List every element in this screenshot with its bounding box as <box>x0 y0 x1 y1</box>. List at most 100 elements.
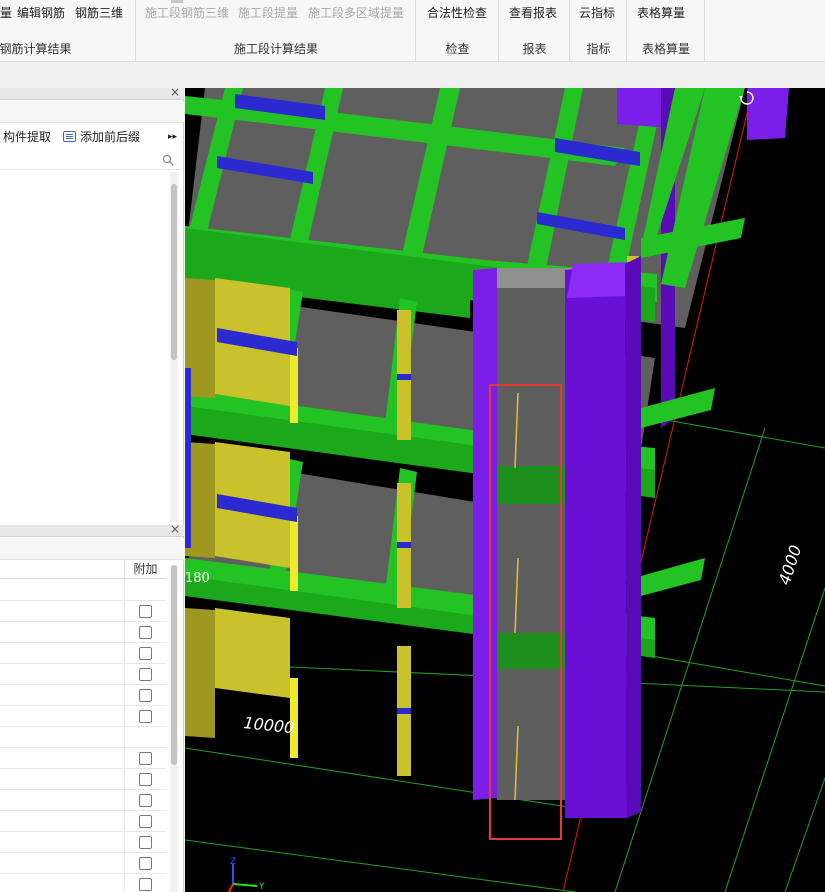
list-icon <box>63 131 76 142</box>
table-row[interactable] <box>0 874 166 892</box>
attach-cell <box>124 769 166 790</box>
bottom-pane-header: × <box>0 522 184 537</box>
table-row[interactable] <box>0 601 166 622</box>
ribbon-toolbar: 量 编辑钢筋 钢筋三维 钢筋计算结果 施工段钢筋三维 施工段提量 施工段多区域提… <box>0 0 825 62</box>
table-row[interactable] <box>0 643 166 664</box>
attach-cell <box>124 622 166 643</box>
axis-gizmo: Z Y <box>228 857 265 892</box>
attach-cell <box>124 706 166 727</box>
column-header-attach[interactable]: 附加 <box>124 559 166 579</box>
ribbon-group-label: 指标 <box>586 42 611 56</box>
attach-cell <box>124 832 166 853</box>
table-row[interactable] <box>0 727 166 748</box>
table-row[interactable] <box>0 580 166 601</box>
ribbon-button-quantity[interactable]: 量 <box>0 4 12 22</box>
table-row[interactable] <box>0 685 166 706</box>
ribbon-group-label: 报表 <box>522 42 547 56</box>
ribbon-group-section-results: 施工段钢筋三维 施工段提量 施工段多区域提量 施工段计算结果 <box>137 0 416 62</box>
table-row[interactable] <box>0 664 166 685</box>
attach-checkbox[interactable] <box>139 878 152 891</box>
ribbon-button-section-multi-area[interactable]: 施工段多区域提量 <box>308 4 404 22</box>
attach-cell <box>124 580 166 601</box>
scrollbar-thumb[interactable] <box>171 565 177 765</box>
selection-highlight-box <box>489 384 562 840</box>
attach-cell <box>124 643 166 664</box>
ribbon-button-edit-rebar[interactable]: 编辑钢筋 <box>17 4 65 22</box>
ribbon-button-section-rebar-3d[interactable]: 施工段钢筋三维 <box>145 4 229 22</box>
search-icon[interactable] <box>162 154 174 166</box>
attach-checkbox[interactable] <box>139 626 152 639</box>
attach-checkbox[interactable] <box>139 689 152 702</box>
dimension-label-left: 180 <box>185 571 210 586</box>
attach-checkbox[interactable] <box>139 836 152 849</box>
ribbon-button-legality-check[interactable]: 合法性检查 <box>427 4 487 22</box>
bottom-pane-scrollbar[interactable] <box>170 565 178 892</box>
add-prefix-suffix-label: 添加前后缀 <box>80 130 141 144</box>
close-icon[interactable]: × <box>170 522 180 536</box>
ribbon-group-label: 钢筋计算结果 <box>0 42 72 56</box>
table-row[interactable] <box>0 811 166 832</box>
ribbon-group-label: 施工段计算结果 <box>233 42 318 56</box>
ribbon-button-table-quantity[interactable]: 表格算量 <box>637 4 685 22</box>
attach-cell <box>124 853 166 874</box>
attach-checkbox[interactable] <box>139 752 152 765</box>
axis-label-y: Y <box>258 882 265 892</box>
table-row[interactable] <box>0 832 166 853</box>
attach-checkbox[interactable] <box>139 710 152 723</box>
attach-cell <box>124 748 166 769</box>
top-pane-header: × <box>0 85 184 100</box>
table-row[interactable] <box>0 853 166 874</box>
secondary-toolstrip <box>0 62 825 88</box>
ribbon-group-check: 合法性检查 检查 <box>417 0 499 62</box>
search-row <box>0 150 180 170</box>
attach-cell <box>124 664 166 685</box>
attach-checkbox[interactable] <box>139 668 152 681</box>
left-side-panel: × 构件提取 添加前后缀 ▸▸ × 附加 <box>0 85 184 892</box>
3d-viewport[interactable]: 10000 4000 180 Z Y <box>185 88 825 892</box>
attach-cell <box>124 685 166 706</box>
properties-pane: × 附加 <box>0 522 184 892</box>
ribbon-button-cloud-indicator[interactable]: 云指标 <box>579 4 615 22</box>
attach-checkbox[interactable] <box>139 815 152 828</box>
table-row[interactable] <box>0 790 166 811</box>
attach-cell <box>124 811 166 832</box>
table-row[interactable] <box>0 706 166 727</box>
dimension-label-side: 4000 <box>775 543 806 588</box>
attach-cell <box>124 601 166 622</box>
attach-checkbox[interactable] <box>139 647 152 660</box>
top-pane-title-bar <box>0 101 184 123</box>
table-row[interactable] <box>0 748 166 769</box>
component-toolbar: 构件提取 添加前后缀 ▸▸ <box>0 125 184 149</box>
ribbon-group-label: 表格算量 <box>641 42 690 56</box>
ribbon-icon-stub <box>171 0 183 3</box>
attach-cell <box>124 874 166 892</box>
top-pane-scrollbar[interactable] <box>170 172 178 522</box>
application-window: 量 编辑钢筋 钢筋三维 钢筋计算结果 施工段钢筋三维 施工段提量 施工段多区域提… <box>0 0 825 892</box>
axis-label-z: Z <box>230 857 236 867</box>
ribbon-button-rebar-3d[interactable]: 钢筋三维 <box>75 4 123 22</box>
ribbon-button-section-quantity[interactable]: 施工段提量 <box>238 4 298 22</box>
search-input[interactable] <box>0 150 158 170</box>
table-row[interactable] <box>0 622 166 643</box>
attach-cell <box>124 727 166 748</box>
bottom-pane-title-bar <box>0 538 184 560</box>
ribbon-group-table-quantity: 表格算量 表格算量 <box>628 0 705 62</box>
ribbon-group-report: 查看报表 报表 <box>500 0 570 62</box>
scrollbar-thumb[interactable] <box>171 184 177 360</box>
attach-checkbox[interactable] <box>139 794 152 807</box>
add-prefix-suffix-button[interactable]: 添加前后缀 <box>63 128 140 146</box>
extract-component-button[interactable]: 构件提取 <box>3 128 51 146</box>
table-header: 附加 <box>0 559 166 579</box>
ribbon-group-label: 检查 <box>445 42 470 56</box>
ribbon-group-indicator: 云指标 指标 <box>571 0 627 62</box>
attach-checkbox[interactable] <box>139 773 152 786</box>
table-row[interactable] <box>0 769 166 790</box>
close-icon[interactable]: × <box>170 85 180 99</box>
attach-cell <box>124 790 166 811</box>
attach-checkbox[interactable] <box>139 605 152 618</box>
ribbon-group-rebar-results: 量 编辑钢筋 钢筋三维 钢筋计算结果 <box>0 0 136 62</box>
dimension-label-front: 10000 <box>243 713 296 737</box>
double-chevron-right-icon[interactable]: ▸▸ <box>168 128 177 146</box>
ribbon-button-view-report[interactable]: 查看报表 <box>509 4 557 22</box>
attach-checkbox[interactable] <box>139 857 152 870</box>
